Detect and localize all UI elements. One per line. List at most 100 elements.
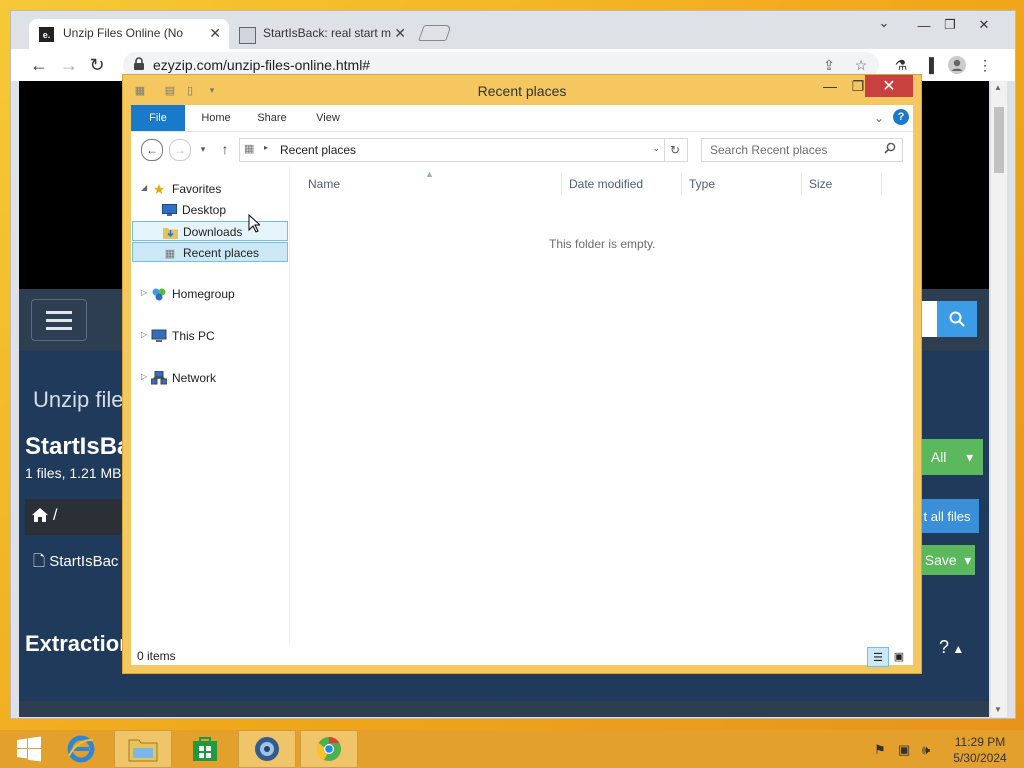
extension-icon[interactable]: ⚗ <box>891 55 911 75</box>
scroll-down-icon[interactable]: ▼ <box>994 705 1002 714</box>
column-divider[interactable] <box>681 173 682 195</box>
nav-item-this-pc[interactable]: ▷ This PC <box>131 326 289 346</box>
details-view-icon[interactable]: ☰ <box>867 647 889 667</box>
search-icon <box>884 142 896 157</box>
page-scrollbar[interactable] <box>991 81 1007 717</box>
ribbon-tab-home[interactable]: Home <box>193 105 239 131</box>
expand-ribbon-chevron-icon[interactable]: ⌄ <box>871 105 887 131</box>
extract-all-files-button[interactable]: t all files <box>915 499 979 533</box>
reload-icon[interactable]: ↻ <box>85 53 109 77</box>
scroll-up-icon[interactable]: ▲ <box>994 83 1002 92</box>
large-icons-view-icon[interactable]: ▣ <box>889 647 909 665</box>
nav-item-network[interactable]: ▷ Network <box>131 368 289 388</box>
action-center-flag-icon[interactable]: ⚑ <box>874 742 886 758</box>
ribbon-tab-view[interactable]: View <box>305 105 351 131</box>
explorer-titlebar[interactable]: ▦ ▤ ▯ ▾ Recent places — ❐ ✕ <box>123 75 921 105</box>
ribbon-tab-share[interactable]: Share <box>249 105 295 131</box>
menu-kebab-icon[interactable]: ⋮ <box>975 55 995 75</box>
scrollbar-thumb[interactable] <box>994 107 1004 173</box>
tab-close-icon[interactable]: ✕ <box>209 25 221 42</box>
column-header-date-modified[interactable]: Date modified <box>569 177 643 191</box>
explorer-address-bar[interactable]: ▦ ▸ Recent places ⌄ <box>239 138 665 162</box>
breadcrumb-arrow-icon[interactable]: ▸ <box>264 143 268 152</box>
tab-close-icon[interactable]: ✕ <box>394 25 406 42</box>
star-icon: ★ <box>152 180 166 197</box>
profile-avatar-icon[interactable] <box>947 55 967 75</box>
nav-label: Downloads <box>183 225 243 239</box>
chrome-taskbar-button[interactable] <box>300 730 358 768</box>
maximize-button[interactable]: ❐ <box>935 15 965 35</box>
save-button[interactable]: Save ▾ <box>921 545 975 575</box>
network-tray-icon[interactable]: ▣ <box>898 742 910 758</box>
recent-locations-chevron-icon[interactable]: ▾ <box>193 139 213 159</box>
explorer-close-button[interactable]: ✕ <box>865 75 913 97</box>
column-divider[interactable] <box>801 173 802 195</box>
browser-tab-startisback[interactable]: StartIsBack: real start m ✕ <box>229 19 414 49</box>
collapse-arrow-icon[interactable]: ◢ <box>141 183 147 192</box>
caret-down-icon: ▾ <box>966 448 974 465</box>
column-divider[interactable] <box>561 173 562 195</box>
expand-arrow-icon[interactable]: ▷ <box>141 372 147 381</box>
caret-down-icon: ▾ <box>964 551 972 568</box>
up-arrow-icon[interactable]: ↑ <box>215 139 235 159</box>
address-dropdown-chevron-icon[interactable]: ⌄ <box>652 143 660 154</box>
recent-places-location-icon: ▦ <box>244 143 255 155</box>
column-header-type[interactable]: Type <box>689 177 715 191</box>
web-extraction-heading: Extraction <box>25 631 133 656</box>
web-file-name: StartIsBac <box>49 553 119 570</box>
tab-search-chevron-icon[interactable]: ⌄ <box>869 13 899 33</box>
explorer-forward-icon[interactable]: → <box>169 139 191 161</box>
caret-up-icon: ▲ <box>949 642 965 656</box>
nav-label: This PC <box>172 329 215 343</box>
lock-icon <box>133 57 145 74</box>
close-window-button[interactable]: ✕ <box>969 15 999 35</box>
tab-title: StartIsBack: real start m <box>263 26 392 40</box>
nav-label: Recent places <box>183 246 260 260</box>
internet-explorer-icon[interactable] <box>52 730 110 768</box>
nav-item-downloads[interactable]: Downloads <box>132 221 288 241</box>
ribbon-tab-file[interactable]: File <box>131 105 185 131</box>
file-explorer-taskbar-button[interactable] <box>114 730 172 768</box>
column-header-name[interactable]: Name <box>308 177 340 191</box>
all-button-label: All <box>930 449 947 465</box>
column-header-size[interactable]: Size <box>809 177 832 191</box>
explorer-title: Recent places <box>477 83 567 99</box>
new-tab-button[interactable] <box>418 25 452 41</box>
explorer-back-icon[interactable]: ← <box>141 139 163 161</box>
all-button[interactable]: All ▾ <box>921 439 983 475</box>
expand-arrow-icon[interactable]: ▷ <box>141 330 147 339</box>
web-footer-strip <box>19 701 989 717</box>
home-icon[interactable] <box>31 507 49 528</box>
help-icon[interactable]: ? <box>893 109 909 125</box>
share-icon[interactable]: ⇪ <box>821 57 837 73</box>
help-toggle[interactable]: ? ▲ <box>939 637 964 658</box>
start-button[interactable] <box>0 730 58 768</box>
back-icon[interactable]: ← <box>27 53 51 77</box>
bookmark-star-icon[interactable]: ☆ <box>853 57 869 73</box>
taskbar-clock[interactable]: 11:29 PM 5/30/2024 <box>944 734 1016 766</box>
sort-ascending-icon: ▲ <box>425 169 434 179</box>
tab-title: Unzip Files Online (No <box>63 26 184 40</box>
nav-item-desktop[interactable]: Desktop <box>131 200 289 220</box>
downloads-folder-icon <box>162 224 178 240</box>
web-file-row[interactable]: 🗋 StartIsBac <box>33 551 118 576</box>
store-icon[interactable] <box>176 730 234 768</box>
nav-item-homegroup[interactable]: ▷ Homegroup <box>131 284 289 304</box>
forward-icon[interactable]: → <box>57 53 81 77</box>
recent-places-icon: ▦ <box>164 247 176 260</box>
explorer-minimize-button[interactable]: — <box>821 75 839 97</box>
address-text: Recent places <box>280 143 357 157</box>
nav-item-favorites[interactable]: ◢ ★ Favorites <box>131 179 289 199</box>
expand-arrow-icon[interactable]: ▷ <box>141 288 147 297</box>
explorer-status-bar: 0 items ☰ ▣ <box>131 645 913 667</box>
nav-item-recent-places[interactable]: ▦ Recent places <box>132 242 288 262</box>
explorer-search-input[interactable]: Search Recent places <box>701 138 903 162</box>
volume-icon[interactable]: 🕪 <box>922 742 930 758</box>
column-divider[interactable] <box>881 173 882 195</box>
refresh-icon[interactable]: ↻ <box>663 138 688 162</box>
hamburger-menu-icon[interactable] <box>31 299 87 341</box>
security-app-taskbar-button[interactable] <box>238 730 296 768</box>
web-search-icon[interactable] <box>937 301 977 337</box>
browser-tab-ezyzip[interactable]: e. Unzip Files Online (No ✕ <box>29 19 229 49</box>
side-panel-icon[interactable]: ▐ <box>919 55 939 75</box>
